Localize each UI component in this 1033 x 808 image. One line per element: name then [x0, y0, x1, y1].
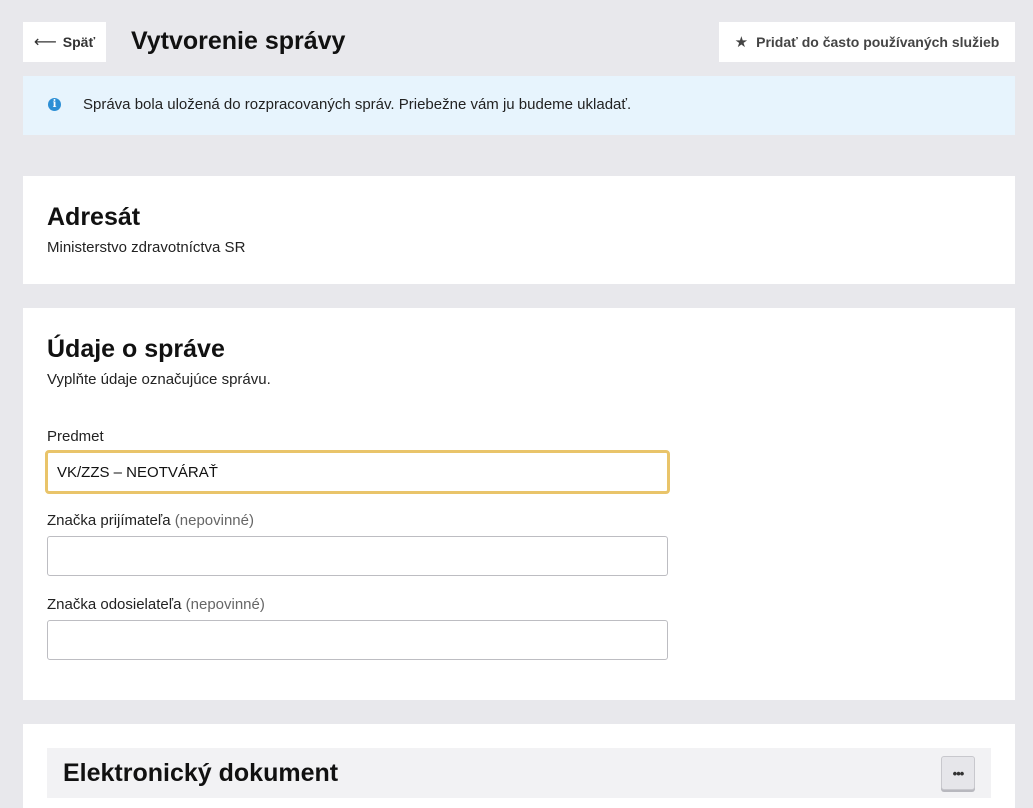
optional-hint: (nepovinné)	[174, 512, 254, 529]
alert-text: Správa bola uložená do rozpracovaných sp…	[83, 96, 632, 113]
arrow-left-icon: ⟵	[33, 34, 57, 51]
add-to-favorites-label: Pridať do často používaných služieb	[756, 34, 1000, 50]
subject-input[interactable]	[45, 450, 670, 494]
sender-ref-label: Značka odosielateľa (nepovinné)	[47, 596, 265, 613]
subject-label: Predmet	[47, 428, 104, 445]
back-button-label: Späť	[62, 34, 96, 50]
add-to-favorites-button[interactable]: ★ Pridať do často používaných služieb	[719, 22, 1015, 62]
sender-ref-input[interactable]	[47, 620, 668, 660]
recipient-ref-input[interactable]	[47, 536, 668, 576]
addressee-card: Adresát Ministerstvo zdravotníctva SR	[23, 176, 1015, 284]
electronic-document-card: Elektronický dokument •••	[23, 724, 1015, 808]
star-icon: ★	[734, 34, 749, 51]
addressee-value: Ministerstvo zdravotníctva SR	[47, 239, 246, 256]
info-alert: i Správa bola uložená do rozpracovaných …	[23, 76, 1015, 135]
addressee-heading: Adresát	[47, 203, 141, 231]
recipient-ref-label: Značka prijímateľa (nepovinné)	[47, 512, 254, 529]
info-icon: i	[48, 98, 61, 111]
message-details-subtitle: Vyplňte údaje označujúce správu.	[47, 371, 271, 388]
optional-hint: (nepovinné)	[185, 596, 265, 613]
electronic-document-heading: Elektronický dokument	[63, 759, 339, 787]
electronic-document-header: Elektronický dokument •••	[47, 748, 991, 798]
message-details-heading: Údaje o správe	[47, 335, 225, 363]
page-title: Vytvorenie správy	[131, 27, 346, 55]
more-options-button[interactable]: •••	[941, 756, 975, 790]
back-button[interactable]: ⟵ Späť	[23, 22, 106, 62]
message-details-card: Údaje o správe Vyplňte údaje označujúce …	[23, 308, 1015, 700]
more-icon: •••	[952, 765, 965, 781]
